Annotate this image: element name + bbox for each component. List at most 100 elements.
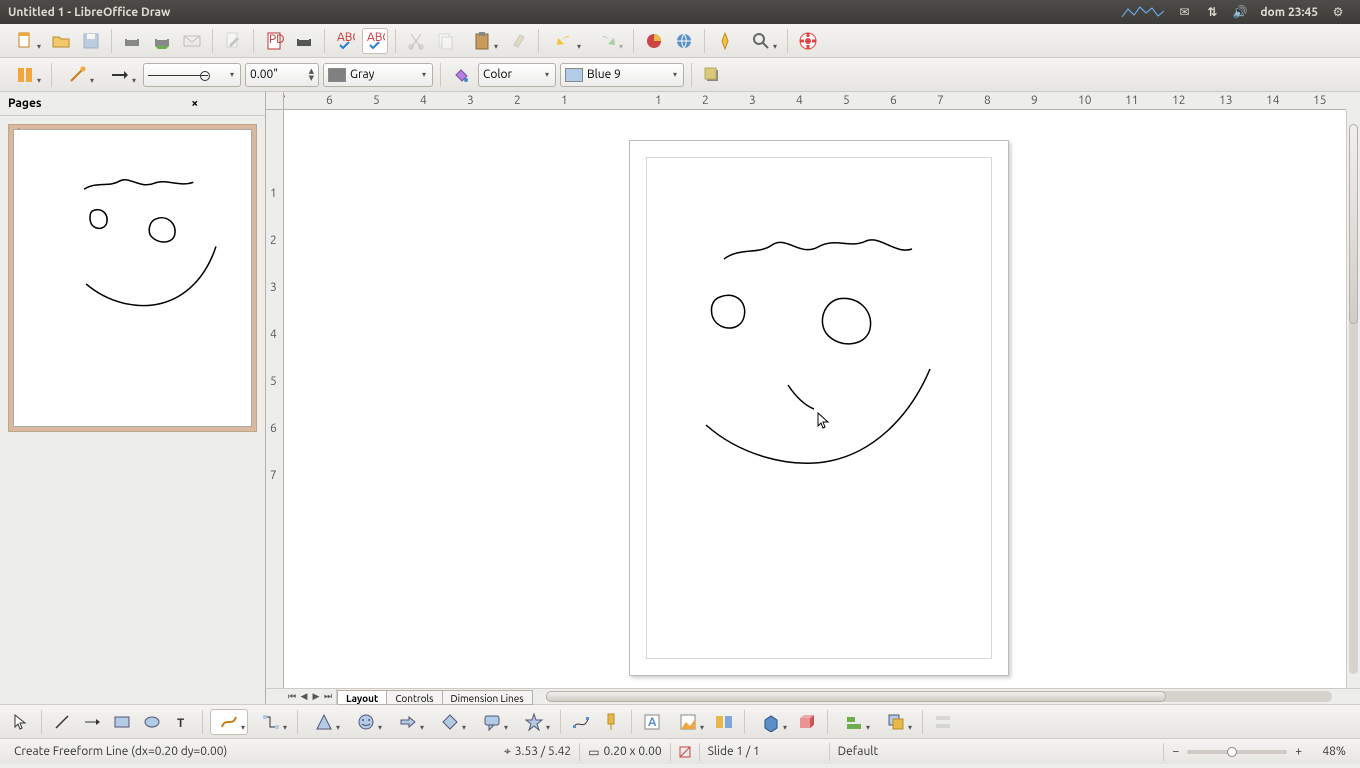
- sheet-nav-arrow[interactable]: ⏮: [286, 691, 298, 702]
- zoom-controls[interactable]: − + 48%: [1164, 743, 1354, 761]
- mouse-cursor-icon: [817, 412, 831, 430]
- horizontal-ruler[interactable]: 7654321123456789101112131415: [284, 92, 1346, 110]
- sheet-nav-arrow[interactable]: ▶: [310, 691, 322, 702]
- arrow-line-tool[interactable]: [79, 709, 105, 735]
- ellipse-tool[interactable]: [139, 709, 165, 735]
- clock[interactable]: dom 23:45: [1260, 6, 1318, 19]
- mail-document-button[interactable]: [179, 28, 205, 54]
- spellcheck-button[interactable]: ABC: [332, 28, 358, 54]
- rectangle-tool[interactable]: [109, 709, 135, 735]
- fill-color-combo[interactable]: Blue 9 ▾: [560, 63, 684, 87]
- export-pdf-button[interactable]: PDF: [261, 28, 287, 54]
- zoom-in-button[interactable]: +: [1295, 745, 1302, 758]
- glue-points-tool[interactable]: [598, 709, 624, 735]
- pages-body: 1: [0, 116, 265, 704]
- toggle-extrusion-tool[interactable]: [794, 709, 820, 735]
- mail-icon[interactable]: ✉: [1176, 5, 1192, 19]
- line-tool[interactable]: [49, 709, 75, 735]
- edit-points-tool[interactable]: [568, 709, 594, 735]
- svg-text:T: T: [177, 717, 184, 730]
- select-tool[interactable]: [8, 709, 34, 735]
- status-slide[interactable]: Slide 1 / 1: [700, 743, 830, 761]
- from-file-tool[interactable]: [669, 709, 707, 735]
- edit-file-button[interactable]: [220, 28, 246, 54]
- print-button[interactable]: [149, 28, 175, 54]
- arrow-style-button[interactable]: [101, 62, 139, 88]
- horizontal-scrollbar[interactable]: [546, 689, 1332, 704]
- autospell-button[interactable]: ABC: [362, 28, 388, 54]
- line-endpoints-button[interactable]: [59, 62, 97, 88]
- flowchart-tool[interactable]: [431, 709, 469, 735]
- zoom-button[interactable]: [742, 28, 780, 54]
- zoom-slider[interactable]: [1187, 750, 1287, 754]
- network-icon[interactable]: ⇅: [1204, 5, 1220, 19]
- print-direct-button[interactable]: [119, 28, 145, 54]
- line-color-combo[interactable]: Gray ▾: [323, 63, 433, 87]
- help-button[interactable]: [795, 28, 821, 54]
- cut-button[interactable]: [403, 28, 429, 54]
- chart-button[interactable]: [641, 28, 667, 54]
- open-button[interactable]: [48, 28, 74, 54]
- format-paintbrush-button[interactable]: [505, 28, 531, 54]
- text-tool[interactable]: T: [169, 709, 195, 735]
- page-style-button[interactable]: [6, 62, 44, 88]
- status-style[interactable]: Default: [830, 743, 1165, 761]
- distribute-tool[interactable]: [930, 709, 956, 735]
- sheet-nav-buttons[interactable]: ⏮◀▶⏭: [284, 689, 337, 704]
- rotate3d-tool[interactable]: [752, 709, 790, 735]
- content-area: Pages × 1 765432112345678910111213141: [0, 92, 1360, 704]
- modified-icon: [679, 746, 691, 758]
- symbol-shapes-tool[interactable]: [347, 709, 385, 735]
- sheet-tab[interactable]: Dimension Lines: [442, 690, 533, 705]
- sheet-tabs: LayoutControlsDimension Lines: [337, 689, 532, 705]
- vertical-scrollbar[interactable]: [1346, 110, 1360, 688]
- line-color-swatch: [328, 68, 346, 82]
- line-width-spinner[interactable]: 0.00" ▲▼: [245, 63, 319, 87]
- print-preview-button[interactable]: [291, 28, 317, 54]
- block-arrows-tool[interactable]: [389, 709, 427, 735]
- undo-button[interactable]: [546, 28, 584, 54]
- pages-title: Pages: [8, 97, 133, 110]
- copy-button[interactable]: [433, 28, 459, 54]
- page-canvas[interactable]: [629, 140, 1009, 676]
- canvas-area: 7654321123456789101112131415 1234567: [266, 92, 1360, 704]
- standard-toolbar: PDF ABC ABC: [0, 24, 1360, 58]
- save-button[interactable]: [78, 28, 104, 54]
- basic-shapes-tool[interactable]: [305, 709, 343, 735]
- area-fill-button[interactable]: [448, 62, 474, 88]
- window-title: Untitled 1 - LibreOffice Draw: [8, 6, 170, 19]
- line-style-combo[interactable]: ▾: [143, 63, 241, 87]
- zoom-level[interactable]: 48%: [1306, 745, 1346, 758]
- redo-button[interactable]: [588, 28, 626, 54]
- sheet-nav-arrow[interactable]: ⏭: [322, 691, 334, 702]
- gallery-tool[interactable]: [711, 709, 737, 735]
- vertical-ruler[interactable]: 1234567: [266, 110, 284, 688]
- activity-graph-icon[interactable]: [1120, 5, 1164, 19]
- sheet-nav-arrow[interactable]: ◀: [298, 691, 310, 702]
- curve-tool[interactable]: [210, 709, 248, 735]
- alignment-tool[interactable]: [835, 709, 873, 735]
- status-modified[interactable]: [671, 743, 700, 761]
- volume-icon[interactable]: 🔊: [1232, 5, 1248, 19]
- navigator-button[interactable]: [712, 28, 738, 54]
- svg-text:ABC: ABC: [367, 31, 385, 44]
- fontwork-tool[interactable]: A: [639, 709, 665, 735]
- new-document-button[interactable]: [6, 28, 44, 54]
- hyperlink-button[interactable]: [671, 28, 697, 54]
- drawing-viewport[interactable]: [284, 110, 1346, 688]
- ruler-corner: [266, 92, 284, 110]
- arrange-tool[interactable]: [877, 709, 915, 735]
- settings-icon[interactable]: ⚙: [1330, 5, 1346, 19]
- paste-button[interactable]: [463, 28, 501, 54]
- stars-tool[interactable]: [515, 709, 553, 735]
- shadow-toggle[interactable]: [699, 62, 725, 88]
- titlebar: Untitled 1 - LibreOffice Draw ✉ ⇅ 🔊 dom …: [0, 0, 1360, 24]
- pages-close-button[interactable]: ×: [133, 97, 258, 110]
- connector-tool[interactable]: [252, 709, 290, 735]
- sheet-tab[interactable]: Controls: [386, 690, 442, 705]
- fill-mode-combo[interactable]: Color ▾: [478, 63, 556, 87]
- callouts-tool[interactable]: [473, 709, 511, 735]
- sheet-tab[interactable]: Layout: [337, 690, 387, 705]
- zoom-out-button[interactable]: −: [1172, 745, 1179, 758]
- page-thumbnail[interactable]: 1: [8, 124, 257, 432]
